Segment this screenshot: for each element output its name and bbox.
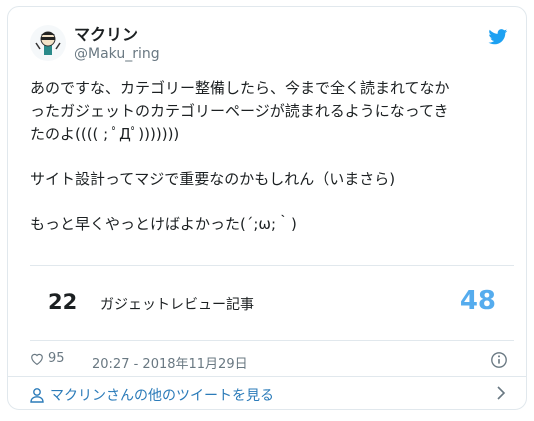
person-icon: [30, 388, 44, 403]
tweet-line: あのですな、カテゴリー整備したら、今まで全く読まれてなか: [30, 79, 450, 97]
embedded-tweet-card: マクリン @Maku_ring あのですな、カテゴリー整備したら、今まで全く読ま…: [7, 6, 527, 410]
timestamp-link[interactable]: 20:27 - 2018年11月29日: [92, 353, 248, 372]
preview-right-number: 48: [459, 286, 496, 316]
avatar[interactable]: [30, 25, 66, 61]
tweet-line: サイト設計ってマジで重要なのかもしれん（いまさら): [30, 170, 396, 188]
preview-caption: ガジェットレビュー記事: [100, 297, 254, 313]
info-icon[interactable]: [490, 351, 508, 369]
chevron-right-icon[interactable]: [496, 386, 506, 400]
tweet-meta: 95 20:27 - 2018年11月29日: [30, 351, 508, 372]
author-handle[interactable]: @Maku_ring: [74, 45, 160, 63]
author-name[interactable]: マクリン: [74, 25, 160, 45]
preview-left-number: 22: [48, 290, 78, 314]
more-tweets-link[interactable]: マクリンさんの他のツイートを見る: [30, 385, 274, 405]
like-button[interactable]: 95: [30, 351, 65, 366]
tweet-line: もっと早くやっとけばよかった(´;ω;｀): [30, 215, 297, 233]
twitter-bird-icon[interactable]: [488, 29, 508, 45]
author-block[interactable]: マクリン @Maku_ring: [74, 25, 160, 63]
more-tweets-footer[interactable]: マクリンさんの他のツイートを見る: [8, 376, 526, 410]
tweet-line: たのよ(((( ; ﾟДﾟ))))))): [30, 125, 180, 143]
tweet-line: ったガジェットのカテゴリーページが読まれるようになってき: [30, 102, 449, 120]
like-count: 95: [48, 351, 65, 366]
tweet-header: マクリン @Maku_ring: [30, 23, 508, 67]
more-tweets-label[interactable]: マクリンさんの他のツイートを見る: [50, 385, 274, 405]
tweet-text: あのですな、カテゴリー整備したら、今まで全く読まれてなか ったガジェットのカテゴ…: [30, 77, 510, 236]
heart-icon: [31, 353, 43, 365]
image-preview[interactable]: 22 ガジェットレビュー記事 48: [30, 265, 514, 341]
